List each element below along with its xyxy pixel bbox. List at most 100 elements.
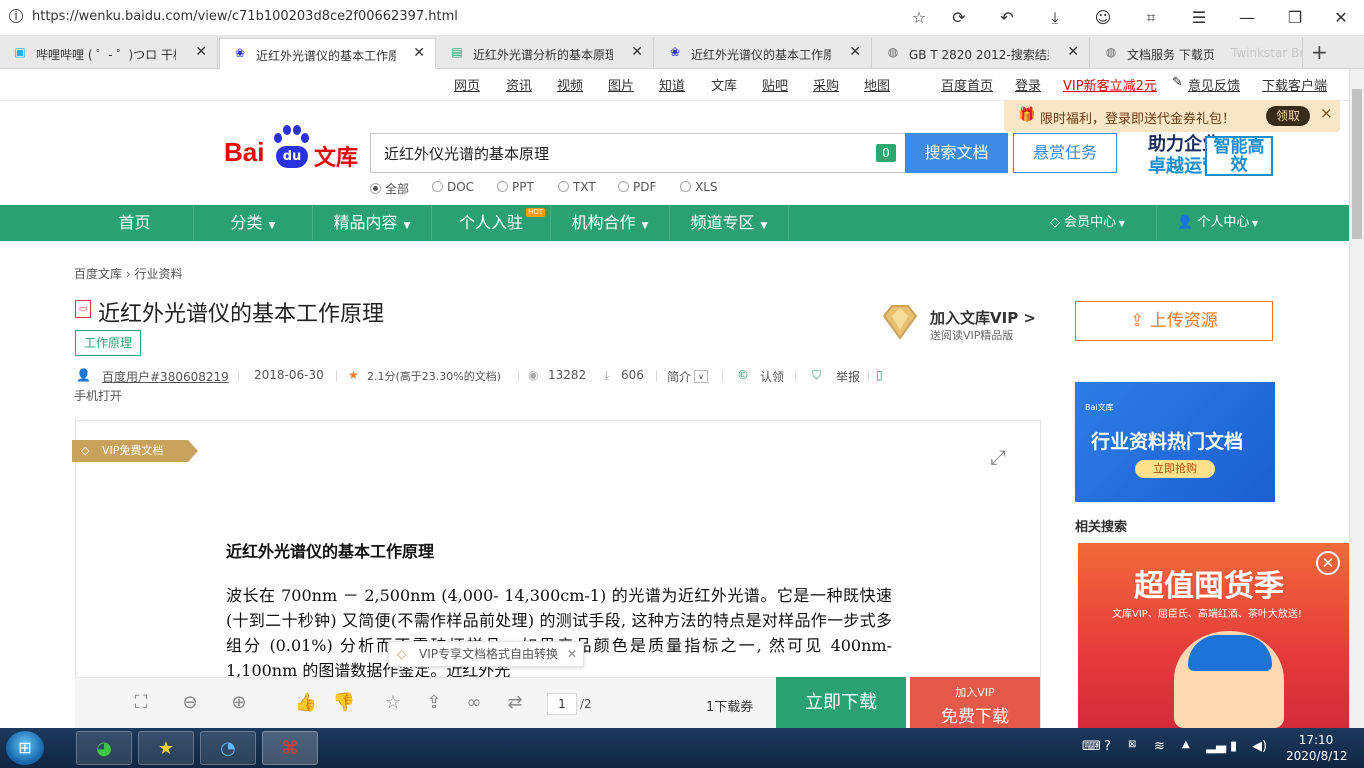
claim-coupon-button[interactable]: 领取: [1266, 106, 1310, 126]
star-icon[interactable]: ☆: [381, 692, 405, 713]
promo-box[interactable]: 智能高效: [1205, 136, 1273, 176]
thumbs-up-icon[interactable]: 👍: [294, 692, 318, 713]
link-map[interactable]: 地图: [864, 75, 890, 94]
ad-buy-button[interactable]: 立即抢购: [1135, 460, 1215, 478]
zoom-out-icon[interactable]: ⊖: [178, 692, 202, 713]
pdf-reader-icon[interactable]: ⌘: [262, 731, 318, 765]
link-images[interactable]: 图片: [608, 75, 634, 94]
filter-xls[interactable]: XLS: [680, 180, 718, 194]
tab-active-doc[interactable]: ❀ 近红外光谱仪的基本工作原 ✕: [219, 38, 436, 69]
link-webpage[interactable]: 网页: [454, 75, 480, 94]
scrollbar-thumb[interactable]: [1352, 89, 1362, 239]
filter-ppt[interactable]: PPT: [497, 180, 534, 194]
clock[interactable]: 17:10 2020/8/12: [1286, 732, 1348, 764]
join-vip-link[interactable]: 加入文库VIP >: [930, 307, 1036, 328]
close-tip-icon[interactable]: ×: [1320, 104, 1333, 122]
intro-dropdown[interactable]: 简介: [667, 368, 691, 385]
tab-bilibili[interactable]: ▣ 哔哩哔哩 ( ゜- ゜)つロ 干杯 ✕: [0, 38, 218, 69]
close-tip-icon[interactable]: ✕: [567, 642, 577, 666]
logo-bai[interactable]: Bai: [224, 137, 264, 168]
browser-app-icon[interactable]: ◔: [200, 731, 256, 765]
page-number-input[interactable]: 1: [547, 693, 577, 715]
signal-icon[interactable]: ▂▄: [1206, 739, 1226, 754]
breadcrumb-industry[interactable]: 行业资料: [134, 267, 182, 281]
reward-task-button[interactable]: 悬赏任务: [1013, 133, 1117, 173]
close-tab-icon[interactable]: ✕: [413, 45, 425, 61]
url-field[interactable]: https://wenku.baidu.com/view/c71b100203d…: [32, 9, 458, 24]
link-video[interactable]: 视频: [557, 75, 583, 94]
tab-gb-search[interactable]: ◍ GB T 2820 2012-搜索结果 ✕: [873, 38, 1090, 69]
author-link[interactable]: 百度用户#380608219: [102, 368, 229, 385]
crop-icon[interactable]: ⌗: [1140, 8, 1162, 28]
tray-expand-icon[interactable]: ▲: [1182, 739, 1190, 750]
doc-tag[interactable]: 工作原理: [75, 330, 142, 356]
fullscreen-icon[interactable]: ⛶: [129, 692, 153, 713]
close-window-icon[interactable]: ✕: [1330, 8, 1352, 27]
claim-link[interactable]: 认领: [760, 368, 784, 385]
zoom-in-icon[interactable]: ⊕: [227, 692, 251, 713]
link-zhidao[interactable]: 知道: [659, 75, 685, 94]
battery-icon[interactable]: ▮: [1230, 739, 1237, 754]
wifi-icon[interactable]: ≋: [1154, 739, 1165, 754]
close-tab-icon[interactable]: ✕: [849, 44, 861, 60]
close-ad-icon[interactable]: ✕: [1316, 551, 1340, 575]
help-icon[interactable]: ?: [1104, 739, 1111, 754]
vip-free-download-button[interactable]: 加入VIP 免费下载: [910, 677, 1040, 728]
nav-personal-center[interactable]: 👤 个人中心 ▼: [1156, 205, 1258, 241]
wechat-icon[interactable]: ◕: [76, 731, 132, 765]
nav-category[interactable]: 分类 ▼: [194, 205, 313, 241]
phone-open-link[interactable]: 手机打开: [74, 387, 122, 404]
link-baidu-home[interactable]: 百度首页: [941, 75, 993, 94]
close-tab-icon[interactable]: ✕: [1067, 44, 1079, 60]
phone-icon[interactable]: ▯: [876, 368, 883, 382]
ad-shopping-season[interactable]: 超值囤货季 文库VIP、屈臣氏、高端红酒、茶叶大放送! ✕: [1078, 543, 1349, 728]
nav-premium[interactable]: 精品内容 ▼: [313, 205, 432, 241]
logo-wenku[interactable]: 文库: [314, 140, 358, 172]
download-now-button[interactable]: 立即下载: [776, 677, 906, 728]
swap-icon[interactable]: ⇄: [503, 692, 527, 713]
volume-icon[interactable]: ◀): [1252, 739, 1267, 754]
link-purchase[interactable]: 采购: [813, 75, 839, 94]
link-feedback[interactable]: 意见反馈: [1188, 75, 1240, 94]
link-tieba[interactable]: 贴吧: [762, 75, 788, 94]
user-icon[interactable]: ☺: [1092, 8, 1114, 27]
nav-member-center[interactable]: ◇ 会员中心 ▼: [1050, 205, 1125, 241]
search-input[interactable]: 近红外仪光谱的基本原理: [384, 143, 549, 164]
fullscreen-icon[interactable]: ⤢: [990, 445, 1006, 469]
link-download-client[interactable]: 下载客户端: [1262, 75, 1327, 94]
menu-icon[interactable]: ☰: [1188, 8, 1210, 27]
ad-industry-docs[interactable]: Bai文库 行业资料热门文档 立即抢购: [1075, 382, 1275, 502]
nav-cooperation[interactable]: 机构合作 ▼: [551, 205, 670, 241]
scrollbar[interactable]: [1349, 69, 1364, 728]
filter-all[interactable]: 全部: [370, 180, 409, 197]
nav-home[interactable]: 首页: [76, 205, 194, 241]
reload-icon[interactable]: ⟳: [948, 8, 970, 27]
link-wenku[interactable]: 文库: [711, 75, 737, 94]
download-icon[interactable]: ⤓: [1044, 8, 1066, 28]
report-link[interactable]: 举报: [836, 368, 860, 385]
game-app-icon[interactable]: ★: [138, 731, 194, 765]
filter-pdf[interactable]: PDF: [618, 180, 656, 194]
tab-doc-2[interactable]: ❀ 近红外光谱仪的基本工作原 ✕: [655, 38, 872, 69]
minimize-icon[interactable]: —: [1236, 8, 1258, 27]
close-tab-icon[interactable]: ✕: [631, 44, 643, 60]
tab-doc-service[interactable]: ◍ 文档服务 下载页 Twinkstar Br: [1091, 38, 1303, 69]
start-button[interactable]: ⊞: [6, 731, 44, 765]
close-tab-icon[interactable]: ✕: [195, 44, 207, 60]
filter-txt[interactable]: TXT: [558, 180, 596, 194]
link-login[interactable]: 登录: [1015, 75, 1041, 94]
new-tab-button[interactable]: +: [1311, 40, 1328, 64]
link-vip-offer[interactable]: VIP新客立减2元: [1063, 75, 1157, 94]
undo-icon[interactable]: ↶: [996, 8, 1018, 27]
restore-icon[interactable]: ❐: [1284, 8, 1306, 27]
search-button[interactable]: 搜索文档: [905, 133, 1008, 173]
star-icon[interactable]: ☆: [908, 8, 930, 27]
share-icon[interactable]: ⇪: [422, 692, 446, 713]
tab-doc-analysis[interactable]: ▤ 近红外光谱分析的基本原理 ✕: [437, 38, 654, 69]
thumbs-down-icon[interactable]: 👎: [332, 692, 356, 713]
chevron-down-icon[interactable]: ∨: [694, 370, 708, 383]
filter-doc[interactable]: DOC: [432, 180, 474, 194]
breadcrumb-wenku[interactable]: 百度文库: [74, 267, 122, 281]
info-icon[interactable]: i: [9, 9, 23, 23]
nav-channels[interactable]: 频道专区 ▼: [670, 205, 789, 241]
